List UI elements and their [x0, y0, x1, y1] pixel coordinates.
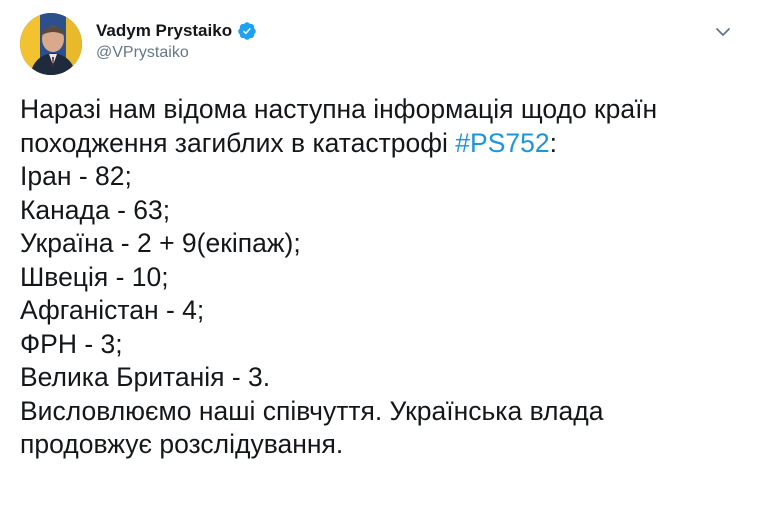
- avatar-photo: [20, 13, 82, 75]
- tweet-text-body: : Іран - 82; Канада - 63; Україна - 2 + …: [20, 127, 604, 460]
- tweet-text-intro: Наразі нам відома наступна інформація що…: [20, 94, 658, 158]
- tweet-menu-button[interactable]: [711, 20, 735, 44]
- author-handle[interactable]: @VPrystaiko: [96, 44, 257, 62]
- tweet-text: Наразі нам відома наступна інформація що…: [20, 93, 740, 462]
- author-names: Vadym Prystaiko @VPrystaiko: [96, 20, 257, 62]
- chevron-down-icon: [716, 28, 730, 36]
- hashtag-link[interactable]: #PS752: [455, 128, 549, 158]
- tweet-header: Vadym Prystaiko @VPrystaiko: [20, 13, 737, 75]
- display-name-row: Vadym Prystaiko: [96, 20, 257, 42]
- verified-badge-icon: [237, 21, 257, 41]
- tweet-card: Vadym Prystaiko @VPrystaiko Наразі нам в…: [0, 0, 757, 519]
- author-display-name[interactable]: Vadym Prystaiko: [96, 21, 232, 41]
- author-avatar[interactable]: [20, 13, 82, 75]
